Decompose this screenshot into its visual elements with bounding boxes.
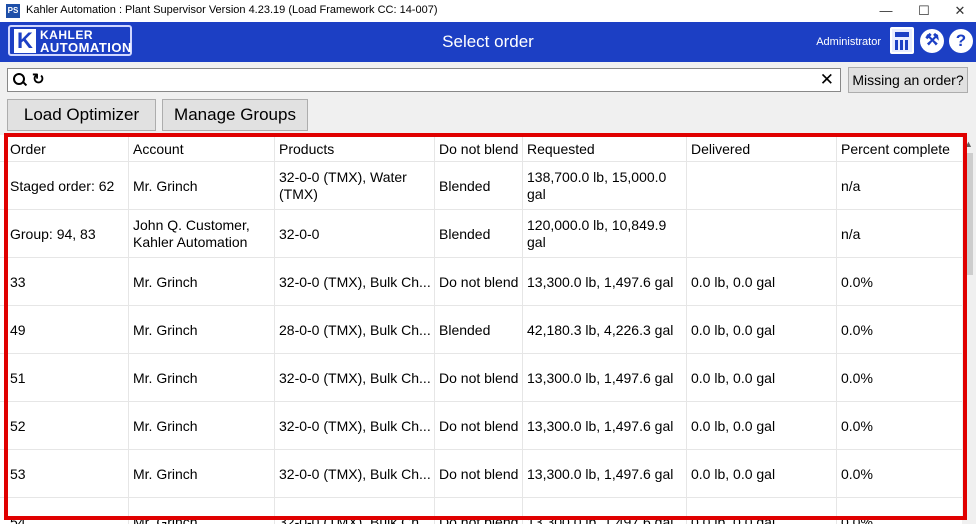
cell-order: 49: [10, 321, 26, 338]
cell-order: 33: [10, 273, 26, 290]
cell-delivered: [691, 210, 837, 258]
scroll-thumb[interactable]: [965, 153, 973, 275]
cell-requested: 13,300.0 lb, 1,497.6 gal: [527, 465, 674, 482]
cell-order: 54: [10, 513, 26, 524]
search-input[interactable]: [52, 71, 816, 91]
table-row[interactable]: 51 Mr. Grinch 32-0-0 (TMX), Bulk Ch... Do n…: [0, 353, 962, 402]
cell-requested: 13,300.0 lb, 1,497.6 gal: [527, 417, 674, 434]
cell-do-not-blend: Do not blend: [439, 465, 519, 482]
cell-order: Staged order: 62: [10, 177, 115, 194]
table-header: Order Account Products Do not blend Requ…: [0, 135, 962, 161]
cell-products: 32-0-0 (TMX), Bulk Ch...: [279, 417, 431, 434]
search-icon: [13, 73, 25, 85]
cell-account: John Q. Customer, Kahler Automation: [133, 217, 250, 250]
cell-delivered: 0.0 lb, 0.0 gal: [691, 321, 776, 338]
close-window-button[interactable]: ✕: [940, 0, 976, 22]
orders-table: Order Account Products Do not blend Requ…: [0, 135, 962, 524]
cell-products: 28-0-0 (TMX), Bulk Ch...: [279, 321, 431, 338]
cell-account: Mr. Grinch: [133, 177, 198, 194]
cell-do-not-blend: Do not blend: [439, 369, 519, 386]
cell-requested: 13,300.0 lb, 1,497.6 gal: [527, 369, 674, 386]
missing-order-button[interactable]: Missing an order?: [848, 67, 968, 93]
cell-account: Mr. Grinch: [133, 417, 198, 434]
cell-do-not-blend: Do not blend: [439, 417, 519, 434]
cell-delivered: 0.0 lb, 0.0 gal: [691, 417, 776, 434]
cell-order: 53: [10, 465, 26, 482]
cell-requested: 42,180.3 lb, 4,226.3 gal: [527, 321, 674, 338]
cell-order: Group: 94, 83: [10, 225, 96, 242]
cell-products: 32-0-0 (TMX), Bulk Ch...: [279, 369, 431, 386]
user-label: Administrator: [816, 36, 881, 48]
manage-groups-button[interactable]: Manage Groups: [162, 99, 308, 131]
cell-order: 52: [10, 417, 26, 434]
cell-requested: 120,000.0 lb, 10,849.9 gal: [527, 217, 667, 250]
cell-percent-complete: 0.0%: [841, 369, 873, 386]
help-icon[interactable]: ?: [949, 29, 973, 53]
column-header-account[interactable]: Account: [133, 141, 184, 157]
refresh-icon[interactable]: ↻: [32, 71, 45, 89]
cell-do-not-blend: Blended: [439, 225, 491, 242]
column-header-requested[interactable]: Requested: [527, 141, 595, 157]
clear-search-icon[interactable]: ✕: [820, 70, 834, 90]
cell-delivered: [691, 162, 837, 210]
cell-products: 32-0-0 (TMX), Bulk Ch...: [279, 513, 431, 524]
column-header-order[interactable]: Order: [10, 141, 46, 157]
cell-requested: 138,700.0 lb, 15,000.0 gal: [527, 169, 667, 202]
cell-percent-complete: 0.0%: [841, 465, 873, 482]
cell-delivered: 0.0 lb, 0.0 gal: [691, 513, 776, 524]
maximize-button[interactable]: ☐: [904, 0, 944, 22]
cell-order: 51: [10, 369, 26, 386]
scroll-up-arrow[interactable]: ▲: [964, 139, 973, 149]
cell-delivered: 0.0 lb, 0.0 gal: [691, 273, 776, 290]
title-bar: PS Kahler Automation : Plant Supervisor …: [0, 0, 976, 22]
cell-do-not-blend: Blended: [439, 177, 491, 194]
table-row[interactable]: 49 Mr. Grinch 28-0-0 (TMX), Bulk Ch... Blen…: [0, 305, 962, 354]
search-bar: ↻ ✕: [7, 68, 841, 92]
table-row[interactable]: Group: 94, 83 John Q. Customer, Kahler Au…: [0, 209, 962, 258]
cell-percent-complete: 0.0%: [841, 417, 873, 434]
cell-requested: 13,300.0 lb, 1,497.6 gal: [527, 273, 674, 290]
cell-percent-complete: 0.0%: [841, 273, 873, 290]
table-scrollbar[interactable]: ▲: [962, 135, 976, 524]
tools-icon[interactable]: ⚒: [920, 29, 944, 53]
cell-account: Mr. Grinch: [133, 465, 198, 482]
minimize-button[interactable]: —: [866, 0, 906, 22]
table-row[interactable]: 54 Mr. Grinch 32-0-0 (TMX), Bulk Ch... Do n…: [0, 497, 962, 524]
table-row[interactable]: 52 Mr. Grinch 32-0-0 (TMX), Bulk Ch... Do n…: [0, 401, 962, 450]
column-header-do-not-blend[interactable]: Do not blend: [439, 141, 518, 157]
cell-account: Mr. Grinch: [133, 273, 198, 290]
cell-percent-complete: 0.0%: [841, 513, 873, 524]
cell-do-not-blend: Blended: [439, 321, 491, 338]
cell-products: 32-0-0 (TMX), Water (TMX): [279, 169, 407, 202]
cell-delivered: 0.0 lb, 0.0 gal: [691, 369, 776, 386]
cell-account: Mr. Grinch: [133, 321, 198, 338]
cell-percent-complete: n/a: [841, 177, 861, 194]
cell-account: Mr. Grinch: [133, 513, 198, 524]
column-header-products[interactable]: Products: [279, 141, 334, 157]
table-row[interactable]: Staged order: 62 Mr. Grinch 32-0-0 (TMX), …: [0, 161, 962, 210]
cell-percent-complete: 0.0%: [841, 321, 873, 338]
cell-products: 32-0-0 (TMX), Bulk Ch...: [279, 465, 431, 482]
cell-account: Mr. Grinch: [133, 369, 198, 386]
app-header: K KAHLER AUTOMATION Select order Adminis…: [0, 22, 976, 62]
table-row[interactable]: 53 Mr. Grinch 32-0-0 (TMX), Bulk Ch... Do n…: [0, 449, 962, 498]
cell-products: 32-0-0: [279, 225, 320, 242]
column-header-percent-complete[interactable]: Percent complete: [841, 141, 950, 157]
load-optimizer-button[interactable]: Load Optimizer: [7, 99, 156, 131]
cell-requested: 13,300.0 lb, 1,497.6 gal: [527, 513, 674, 524]
cell-do-not-blend: Do not blend: [439, 273, 519, 290]
window-title: Kahler Automation : Plant Supervisor Ver…: [26, 4, 438, 16]
cell-delivered: 0.0 lb, 0.0 gal: [691, 465, 776, 482]
table-row[interactable]: 33 Mr. Grinch 32-0-0 (TMX), Bulk Ch... Do n…: [0, 257, 962, 306]
column-header-delivered[interactable]: Delivered: [691, 141, 750, 157]
app-icon: PS: [6, 4, 20, 18]
cell-percent-complete: n/a: [841, 225, 861, 242]
calculator-icon[interactable]: [890, 27, 914, 54]
cell-do-not-blend: Do not blend: [439, 513, 519, 524]
cell-products: 32-0-0 (TMX), Bulk Ch...: [279, 273, 431, 290]
